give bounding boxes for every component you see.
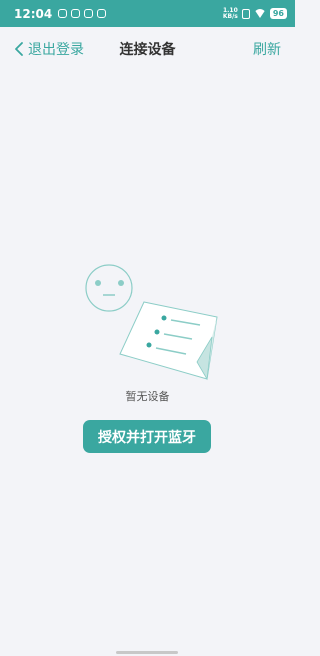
neutral-face-icon [85,264,133,312]
battery-icon: 96 [269,8,287,19]
notification-app-icon [58,9,68,18]
back-label: 退出登录 [28,42,84,58]
back-button[interactable]: 退出登录 [14,39,84,59]
chevron-left-icon [15,42,23,56]
authorize-bluetooth-button[interactable]: 授权并打开蓝牙 [83,420,211,453]
wifi-icon [253,9,266,18]
nav-bar: 退出登录 连接设备 刷新 [0,27,295,71]
paper-list-icon [119,301,218,381]
status-right: 1.10 KB/s 96 [222,7,287,20]
sim-icon [241,8,250,19]
refresh-button[interactable]: 刷新 [253,39,281,59]
home-indicator[interactable] [116,651,178,654]
notification-app-icon [71,9,81,18]
notification-app-icon [84,9,94,18]
empty-message: 暂无设备 [125,390,170,403]
status-bar: 12:04 1.10 KB/s 96 [0,0,295,27]
notification-icons [58,9,107,18]
empty-illustration [85,264,218,381]
network-speed-unit: KB/s [222,12,238,20]
network-speed: 1.10 KB/s [222,7,238,20]
status-time: 12:04 [14,6,53,21]
notification-app-icon [97,9,107,18]
